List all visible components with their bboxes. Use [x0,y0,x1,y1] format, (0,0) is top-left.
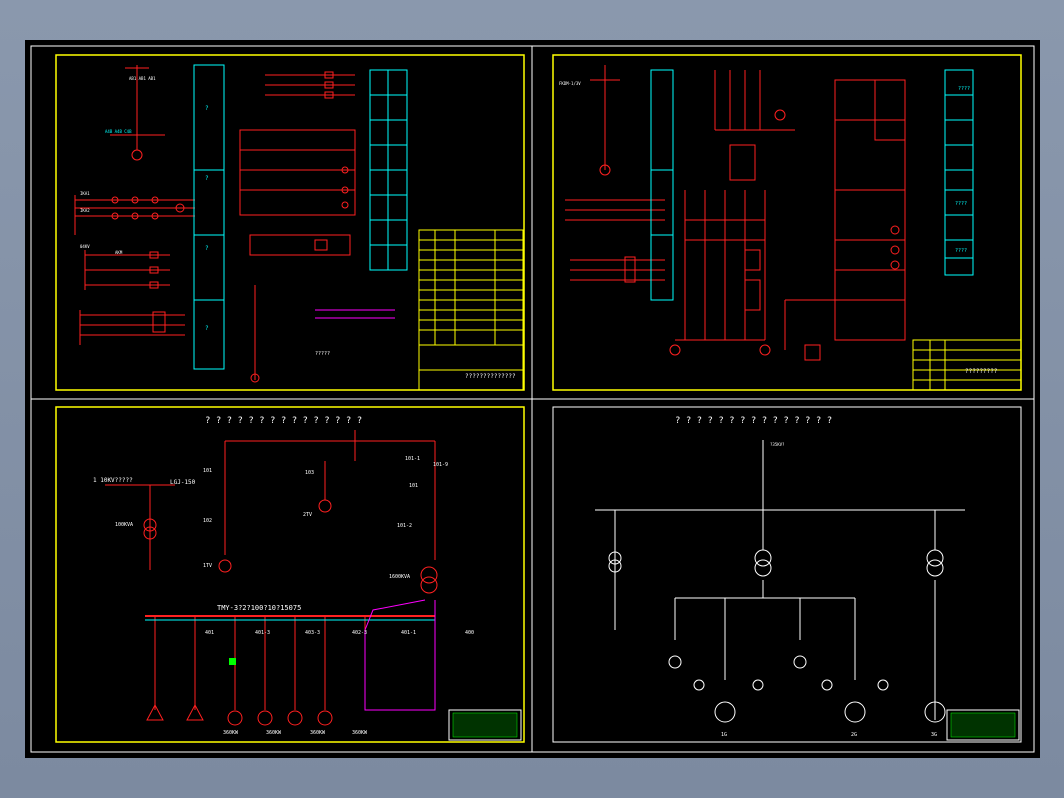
sw-101-1: 101-1 [405,456,420,462]
svg-text:????: ???? [955,248,967,254]
svg-text:????: ???? [955,201,967,207]
tv-label-1: 1TV [203,563,212,569]
drawing-svg: A4B A4B C4B AB1 AB1 AB1 IKA1 IKA2 04KV A… [30,45,1035,753]
cable-label: LGJ-150 [170,479,196,486]
generator-label: 1G [721,732,727,738]
sheet-bottom-left[interactable]: ? ? ? ? ? ? ? ? ? ? ? ? ? ? ? 1 10KV????… [55,406,525,743]
svg-text:?: ? [205,105,209,112]
sheet-bottom-right[interactable]: ? ? ? ? ? ? ? ? ? ? ? ? ? ? ? ?35KV? 1G … [552,406,1022,743]
sheet-top-right[interactable]: FKDM-1/3V ???? ???? ???? ????????? [552,54,1022,391]
sw-101-2: 101-2 [397,523,412,529]
transformer-main-label: 1600KVA [389,574,410,580]
svg-text:AKM: AKM [115,250,123,255]
sw-102: 102 [203,518,212,524]
svg-text:?: ? [205,245,209,252]
source-label: FKDM-1/3V [559,81,581,86]
feeder-label: 400 [465,630,474,636]
bus-label: TMY-3?2?100?10?15075 [217,604,301,612]
source-label: 1 10KV????? [93,477,133,484]
motor-rating: 360KW [352,730,368,736]
svg-text:IKA2: IKA2 [80,208,90,213]
incoming-label: ?35KV? [770,442,785,447]
svg-text:????: ???? [958,86,970,92]
svg-text:?: ? [205,325,209,332]
sheet-frame [55,54,525,391]
generator-label: 2G [851,732,857,738]
feeder-label: 401-1 [401,630,416,636]
feeder-label: 401 [205,630,214,636]
drawing-canvas[interactable]: A4B A4B C4B AB1 AB1 AB1 IKA1 IKA2 04KV A… [25,40,1040,758]
sw-101-9: 101-9 [433,462,448,468]
sw-103: 103 [305,470,314,476]
tv-label-2: 2TV [303,512,312,518]
cad-viewer: A4B A4B C4B AB1 AB1 AB1 IKA1 IKA2 04KV A… [0,0,1064,798]
svg-text:?: ? [205,175,209,182]
transformer-small-label: 100KVA [115,522,133,528]
feeder-label: 402-3 [352,630,367,636]
title-block-text: ?????????????? [465,373,516,380]
sheet-title: ? ? ? ? ? ? ? ? ? ? ? ? ? ? ? [205,416,362,426]
sw-101b: 101 [409,483,418,489]
svg-text:?????: ????? [315,351,330,357]
feeder-label: 401-3 [255,630,270,636]
motor-rating: 360KW [223,730,239,736]
motor-rating: 360KW [266,730,282,736]
feeder-label: 403-3 [305,630,320,636]
sheet-frame [55,406,525,743]
svg-text:AB1 AB1 AB1: AB1 AB1 AB1 [129,76,156,81]
title-block-text: ????????? [965,368,998,375]
sw-101: 101 [203,468,212,474]
sheet-frame [552,406,1022,743]
svg-text:IKA1: IKA1 [80,191,90,196]
svg-text:A4B A4B C4B: A4B A4B C4B [105,129,132,134]
svg-text:04KV: 04KV [80,244,90,249]
sheet-top-left[interactable]: A4B A4B C4B AB1 AB1 AB1 IKA1 IKA2 04KV A… [55,54,525,391]
motor-rating: 360KW [310,730,326,736]
sheet-title: ? ? ? ? ? ? ? ? ? ? ? ? ? ? ? [675,416,832,426]
generator-label: 3G [931,732,937,738]
